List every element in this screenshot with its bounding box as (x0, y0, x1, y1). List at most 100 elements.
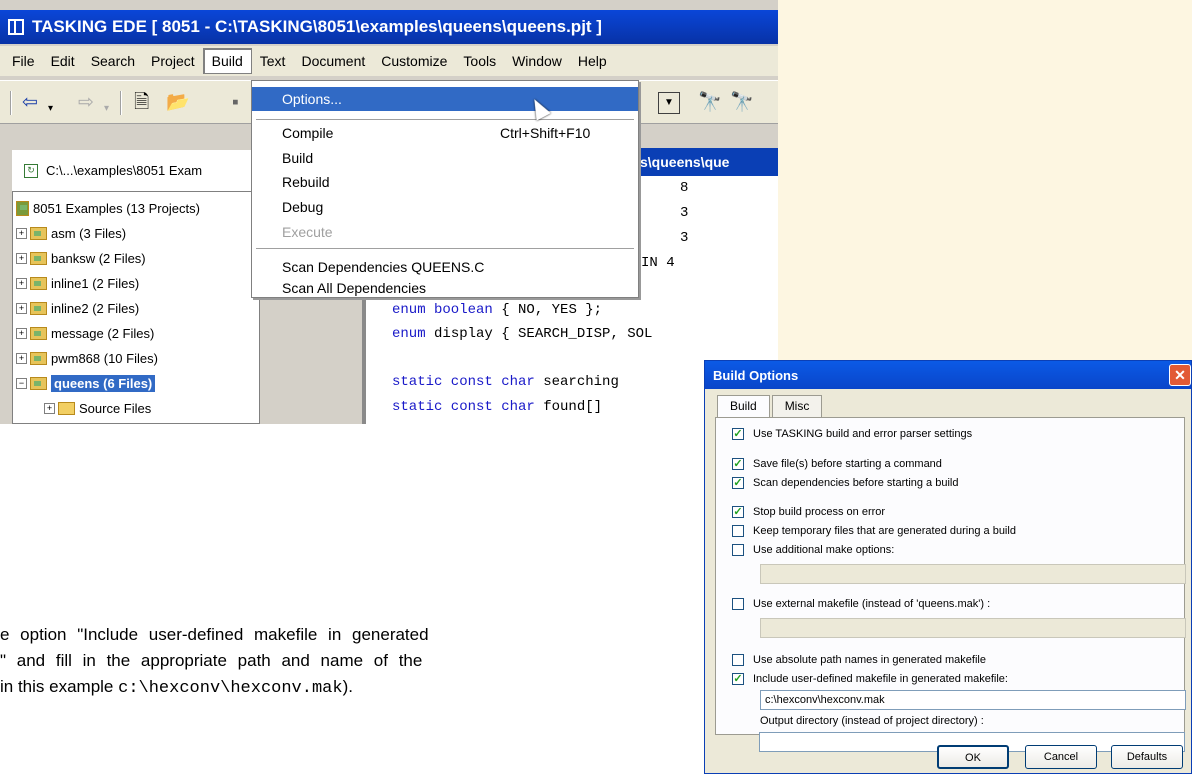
make-options-field (760, 564, 1186, 584)
checkbox[interactable] (732, 654, 744, 666)
checkbox[interactable] (732, 598, 744, 610)
checkbox[interactable]: ✓ (732, 477, 744, 489)
output-dir-label: Output directory (instead of project dir… (760, 715, 984, 727)
app-icon (8, 19, 24, 35)
option-include-user-makefile[interactable]: ✓ Include user-defined makefile in genera… (732, 673, 1008, 685)
menu-item-compile[interactable]: Compile Ctrl+Shift+F10 (252, 121, 638, 145)
save-icon[interactable]: ▪ (232, 91, 239, 115)
menu-item-scan-dependencies[interactable]: Scan Dependencies QUEENS.C (252, 255, 638, 279)
project-folder-icon (30, 377, 47, 390)
menu-tools[interactable]: Tools (455, 49, 504, 73)
tab-misc[interactable]: Misc (771, 395, 823, 417)
code-line: static const char searching (392, 374, 619, 390)
new-file-icon[interactable]: 🗎 (134, 91, 149, 115)
find-next-icon[interactable]: 🔭 (698, 91, 722, 115)
cancel-button[interactable]: Cancel (1025, 745, 1097, 769)
body-paragraph: e option "Include user-defined makefile … (0, 622, 690, 700)
checkbox[interactable]: ✓ (732, 428, 744, 440)
expand-icon[interactable]: + (16, 253, 27, 264)
code-line: enum display { SEARCH_DISP, SOL (392, 326, 653, 342)
menu-help[interactable]: Help (570, 49, 615, 73)
forward-arrow-icon[interactable]: ⇨ (78, 91, 94, 115)
project-tree: 8051 Examples (13 Projects) + asm (3 File… (16, 196, 200, 421)
menu-window[interactable]: Window (504, 49, 570, 73)
menu-customize[interactable]: Customize (373, 49, 455, 73)
expand-icon[interactable]: + (44, 403, 55, 414)
menu-item-debug[interactable]: Debug (252, 195, 638, 219)
build-menu: Options... Compile Ctrl+Shift+F10 Build R… (251, 80, 639, 298)
menu-document[interactable]: Document (293, 49, 373, 73)
back-dropdown-icon[interactable]: ▾ (48, 97, 53, 121)
expand-icon[interactable]: + (16, 278, 27, 289)
combo-dropdown-button[interactable]: ▼ (658, 92, 680, 114)
checkbox[interactable]: ✓ (732, 458, 744, 470)
defaults-button[interactable]: Defaults (1111, 745, 1183, 769)
checkbox[interactable] (732, 544, 744, 556)
tree-root[interactable]: 8051 Examples (13 Projects) (16, 196, 200, 221)
option-stop-on-error[interactable]: ✓ Stop build process on error (732, 506, 885, 518)
option-scan-dependencies[interactable]: ✓ Scan dependencies before starting a bui… (732, 477, 958, 489)
menu-text[interactable]: Text (252, 49, 294, 73)
tree-item[interactable]: + inline2 (2 Files) (16, 296, 200, 321)
menu-item-options[interactable]: Options... (252, 87, 638, 111)
open-folder-icon[interactable]: 📂 (166, 91, 190, 115)
build-options-dialog: Build Options ✕ Build Misc ✓ Use TASKING … (704, 360, 1192, 774)
expand-icon[interactable]: + (16, 353, 27, 364)
project-folder-icon (30, 252, 47, 265)
project-folder-icon (30, 352, 47, 365)
expand-icon[interactable]: + (16, 303, 27, 314)
title-bar: TASKING EDE [ 8051 - C:\TASKING\8051\exa… (0, 10, 778, 44)
tree-item[interactable]: + pwm868 (10 Files) (16, 346, 200, 371)
menu-edit[interactable]: Edit (43, 49, 83, 73)
option-absolute-paths[interactable]: Use absolute path names in generated mak… (732, 654, 986, 666)
forward-dropdown-icon[interactable]: ▾ (104, 97, 109, 121)
option-tasking-parser[interactable]: ✓ Use TASKING build and error parser sett… (732, 428, 972, 440)
find-abc-icon[interactable]: 🔭 (730, 91, 754, 115)
menu-search[interactable]: Search (83, 49, 143, 73)
editor-title: s\queens\que (636, 148, 778, 176)
project-folder-icon (30, 302, 47, 315)
close-icon[interactable]: ✕ (1169, 364, 1191, 386)
expand-icon[interactable]: + (16, 328, 27, 339)
refresh-icon[interactable]: ↻ (24, 163, 38, 178)
menu-file[interactable]: File (4, 49, 43, 73)
project-tree-header: ↻ C:\...\examples\8051 Exam (12, 150, 260, 192)
menu-item-scan-all[interactable]: Scan All Dependencies (252, 279, 638, 297)
menu-build[interactable]: Build (202, 48, 252, 74)
compile-shortcut: Ctrl+Shift+F10 (500, 125, 591, 141)
tab-build[interactable]: Build (717, 395, 770, 418)
collapse-icon[interactable]: − (16, 378, 27, 389)
code-fragment: IN 4 (641, 255, 675, 271)
dialog-title: Build Options (713, 367, 799, 383)
tree-item[interactable]: + banksw (2 Files) (16, 246, 200, 271)
paragraph-line: in this example c:\hexconv\hexconv.mak). (0, 677, 353, 698)
menu-item-rebuild[interactable]: Rebuild (252, 170, 638, 194)
option-external-makefile[interactable]: Use external makefile (instead of 'queen… (732, 598, 990, 610)
project-folder-icon (30, 277, 47, 290)
tree-item[interactable]: + message (2 Files) (16, 321, 200, 346)
menu-item-build[interactable]: Build (252, 146, 638, 170)
menu-bar: File Edit Search Project Build Text Docu… (0, 46, 778, 76)
ok-button[interactable]: OK (937, 745, 1009, 769)
code-number: 3 (680, 230, 689, 246)
external-makefile-field (760, 618, 1186, 638)
tree-item[interactable]: + inline1 (2 Files) (16, 271, 200, 296)
checkbox[interactable] (732, 525, 744, 537)
menu-project[interactable]: Project (143, 49, 203, 73)
tree-item[interactable]: + asm (3 Files) (16, 221, 200, 246)
ede-window: TASKING EDE [ 8051 - C:\TASKING\8051\exa… (0, 0, 778, 424)
checkbox[interactable]: ✓ (732, 506, 744, 518)
checkbox[interactable]: ✓ (732, 673, 744, 685)
tree-item[interactable]: + Source Files (16, 396, 200, 421)
option-save-files[interactable]: ✓ Save file(s) before starting a command (732, 458, 942, 470)
background-panel (778, 0, 1192, 360)
option-additional-make[interactable]: Use additional make options: (732, 544, 894, 556)
code-number: 8 (680, 180, 689, 196)
expand-icon[interactable]: + (16, 228, 27, 239)
tree-item-selected[interactable]: − queens (6 Files) (16, 371, 200, 396)
menu-separator (256, 119, 634, 120)
user-makefile-field[interactable]: c:\hexconv\hexconv.mak (760, 690, 1186, 710)
project-folder-icon (30, 327, 47, 340)
option-keep-temp-files[interactable]: Keep temporary files that are generated … (732, 525, 1016, 537)
back-arrow-icon[interactable]: ⇦ (22, 91, 38, 115)
